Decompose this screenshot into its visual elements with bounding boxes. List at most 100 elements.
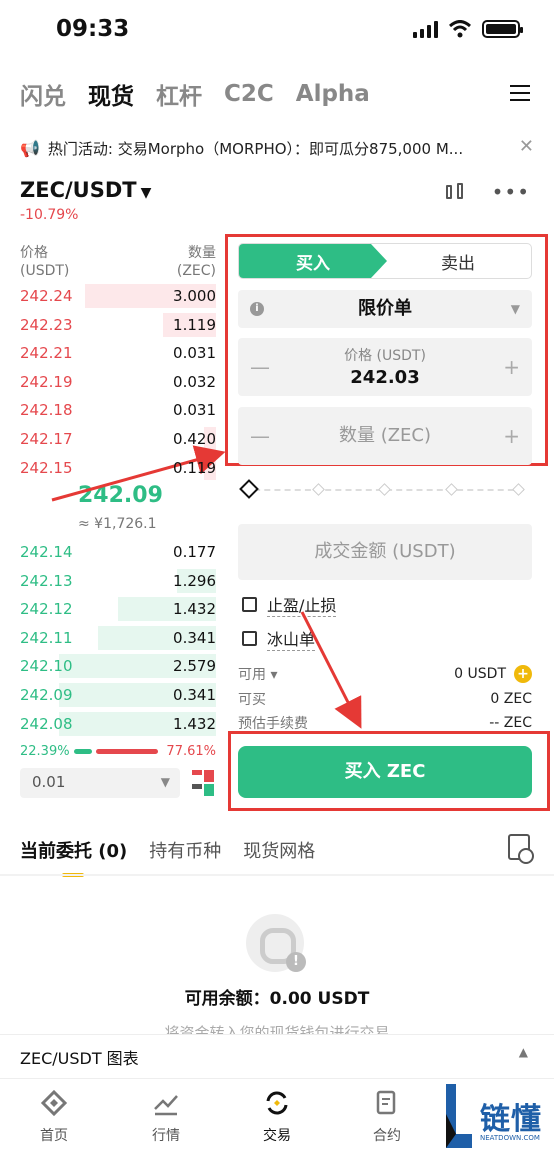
bid-row[interactable]: 242.14 0.177	[20, 538, 216, 566]
bid-price: 242.11	[20, 628, 73, 647]
precision-value: 0.01	[32, 773, 66, 791]
caret-down-icon: ▼	[510, 302, 520, 316]
tab-holdings[interactable]: 持有币种	[149, 837, 221, 863]
tab-margin[interactable]: 杠杆	[156, 77, 202, 111]
bid-row[interactable]: 242.11 0.341	[20, 624, 216, 652]
available-label[interactable]: 可用 ▾	[238, 664, 277, 684]
close-icon[interactable]: ✕	[519, 136, 534, 157]
ask-row[interactable]: 242.19 0.032	[20, 368, 216, 396]
ask-price: 242.18	[20, 401, 73, 420]
plus-icon[interactable]: +	[503, 424, 520, 448]
ask-quantity: 3.000	[173, 287, 216, 305]
nav-futures[interactable]: 合约	[347, 1089, 427, 1145]
ask-quantity: 0.031	[173, 401, 216, 420]
menu-icon[interactable]	[510, 80, 530, 106]
checkbox-icon[interactable]	[242, 630, 257, 646]
chart-toggle-bar[interactable]: ZEC/USDT 图表 ▲	[0, 1034, 554, 1078]
ask-quantity: 0.031	[173, 344, 216, 363]
nav-trade[interactable]: 交易	[237, 1089, 317, 1145]
bid-quantity: 1.432	[173, 600, 216, 619]
order-history-icon[interactable]	[508, 834, 534, 864]
iceberg-checkbox[interactable]: 冰山单	[242, 626, 316, 651]
wifi-icon	[448, 20, 472, 38]
order-type-label: 限价单	[358, 298, 412, 319]
bid-row[interactable]: 242.12 1.432	[20, 595, 216, 623]
amount-slider[interactable]	[239, 479, 525, 499]
home-icon	[40, 1089, 68, 1117]
qty-header: 数量	[188, 245, 216, 261]
markets-icon	[152, 1089, 180, 1117]
nav-home[interactable]: 首页	[14, 1089, 94, 1145]
info-icon[interactable]: i	[250, 302, 264, 316]
minus-icon[interactable]: —	[250, 355, 270, 379]
ask-row[interactable]: 242.17 0.420	[20, 425, 216, 453]
orderbook-mode-icon[interactable]	[192, 770, 214, 796]
tab-sell[interactable]: 卖出	[385, 244, 531, 278]
tab-spot-grid[interactable]: 现货网格	[243, 837, 315, 863]
total-amount-input[interactable]: 成交金额 (USDT)	[238, 524, 532, 580]
bid-price: 242.08	[20, 714, 73, 733]
minus-icon[interactable]: —	[250, 424, 270, 448]
plus-icon[interactable]: +	[503, 355, 520, 379]
price-input[interactable]: — 价格 (USDT) 242.03 +	[238, 338, 532, 396]
divider	[0, 874, 554, 876]
fee-label: 预估手续费	[238, 716, 308, 732]
bid-quantity: 0.341	[173, 628, 216, 647]
available-row: 可用 ▾ 0 USDT +	[238, 663, 532, 685]
checkbox-icon[interactable]	[242, 596, 257, 612]
battery-icon	[482, 20, 523, 38]
nav-markets[interactable]: 行情	[126, 1089, 206, 1145]
price-change: -10.79%	[20, 207, 79, 223]
available-balance: 可用余额：0.00 USDT	[184, 989, 370, 1009]
bid-price: 242.14	[20, 543, 73, 561]
pair-selector[interactable]: ZEC/USDT ▼	[20, 178, 151, 202]
tab-open-orders[interactable]: 当前委托 (0)	[20, 837, 127, 877]
bid-row[interactable]: 242.10 2.579	[20, 652, 216, 680]
tpsl-checkbox[interactable]: 止盈/止损	[242, 592, 337, 617]
signal-icon	[413, 20, 438, 38]
slider-tick[interactable]	[512, 483, 525, 496]
can-buy-row: 可买 0 ZEC	[238, 688, 532, 710]
tab-spot[interactable]: 现货	[88, 77, 134, 111]
caret-down-icon: ▼	[160, 775, 170, 789]
candlestick-icon[interactable]	[444, 181, 466, 203]
ask-price: 242.21	[20, 344, 73, 363]
ask-row[interactable]: 242.18 0.031	[20, 396, 216, 424]
order-type-select[interactable]: i 限价单 ▼	[238, 290, 532, 328]
tab-c2c[interactable]: C2C	[224, 81, 274, 107]
ask-row[interactable]: 242.23 1.119	[20, 311, 216, 339]
caret-up-icon[interactable]: ▲	[519, 1045, 528, 1059]
ask-row[interactable]: 242.15 0.119	[20, 454, 216, 482]
bid-price: 242.12	[20, 600, 73, 619]
precision-select[interactable]: 0.01 ▼	[20, 768, 180, 798]
bid-row[interactable]: 242.08 1.432	[20, 710, 216, 738]
bid-price: 242.09	[20, 686, 73, 704]
mid-price[interactable]: 242.09	[78, 483, 163, 508]
tab-alpha[interactable]: Alpha	[296, 81, 370, 107]
can-buy-label: 可买	[238, 692, 266, 708]
slider-tick[interactable]	[312, 483, 325, 496]
slider-tick[interactable]	[445, 483, 458, 496]
buy-button[interactable]: 买入 ZEC	[238, 746, 532, 798]
add-funds-icon[interactable]: +	[514, 665, 532, 683]
ask-row[interactable]: 242.21 0.031	[20, 339, 216, 367]
bid-row[interactable]: 242.13 1.296	[20, 567, 216, 595]
price-input-label: 价格 (USDT)	[344, 348, 426, 364]
tab-convert[interactable]: 闪兑	[20, 77, 66, 111]
slider-knob[interactable]	[239, 479, 259, 499]
bid-row[interactable]: 242.09 0.341	[20, 681, 216, 709]
bid-quantity: 1.432	[173, 714, 216, 733]
trade-icon	[263, 1089, 291, 1117]
slider-tick[interactable]	[378, 483, 391, 496]
ask-row[interactable]: 242.24 3.000	[20, 282, 216, 310]
quantity-placeholder: 数量 (ZEC)	[338, 425, 432, 446]
more-icon[interactable]: •••	[492, 180, 530, 204]
tab-buy[interactable]: 买入	[239, 244, 387, 278]
quantity-input[interactable]: — 数量 (ZEC) +	[238, 407, 532, 465]
caret-down-icon: ▼	[140, 185, 152, 201]
ask-price: 242.15	[20, 458, 73, 477]
buy-sell-toggle: 买入 卖出	[238, 243, 532, 279]
sell-ratio: 77.61%	[166, 744, 216, 759]
transfer-hint[interactable]: 将资金转入您的现货钱包进行交易	[0, 1022, 554, 1034]
promo-banner[interactable]: 📢 热门活动: 交易Morpho（MORPHO）：即可瓜分875,000 M..…	[20, 134, 534, 162]
